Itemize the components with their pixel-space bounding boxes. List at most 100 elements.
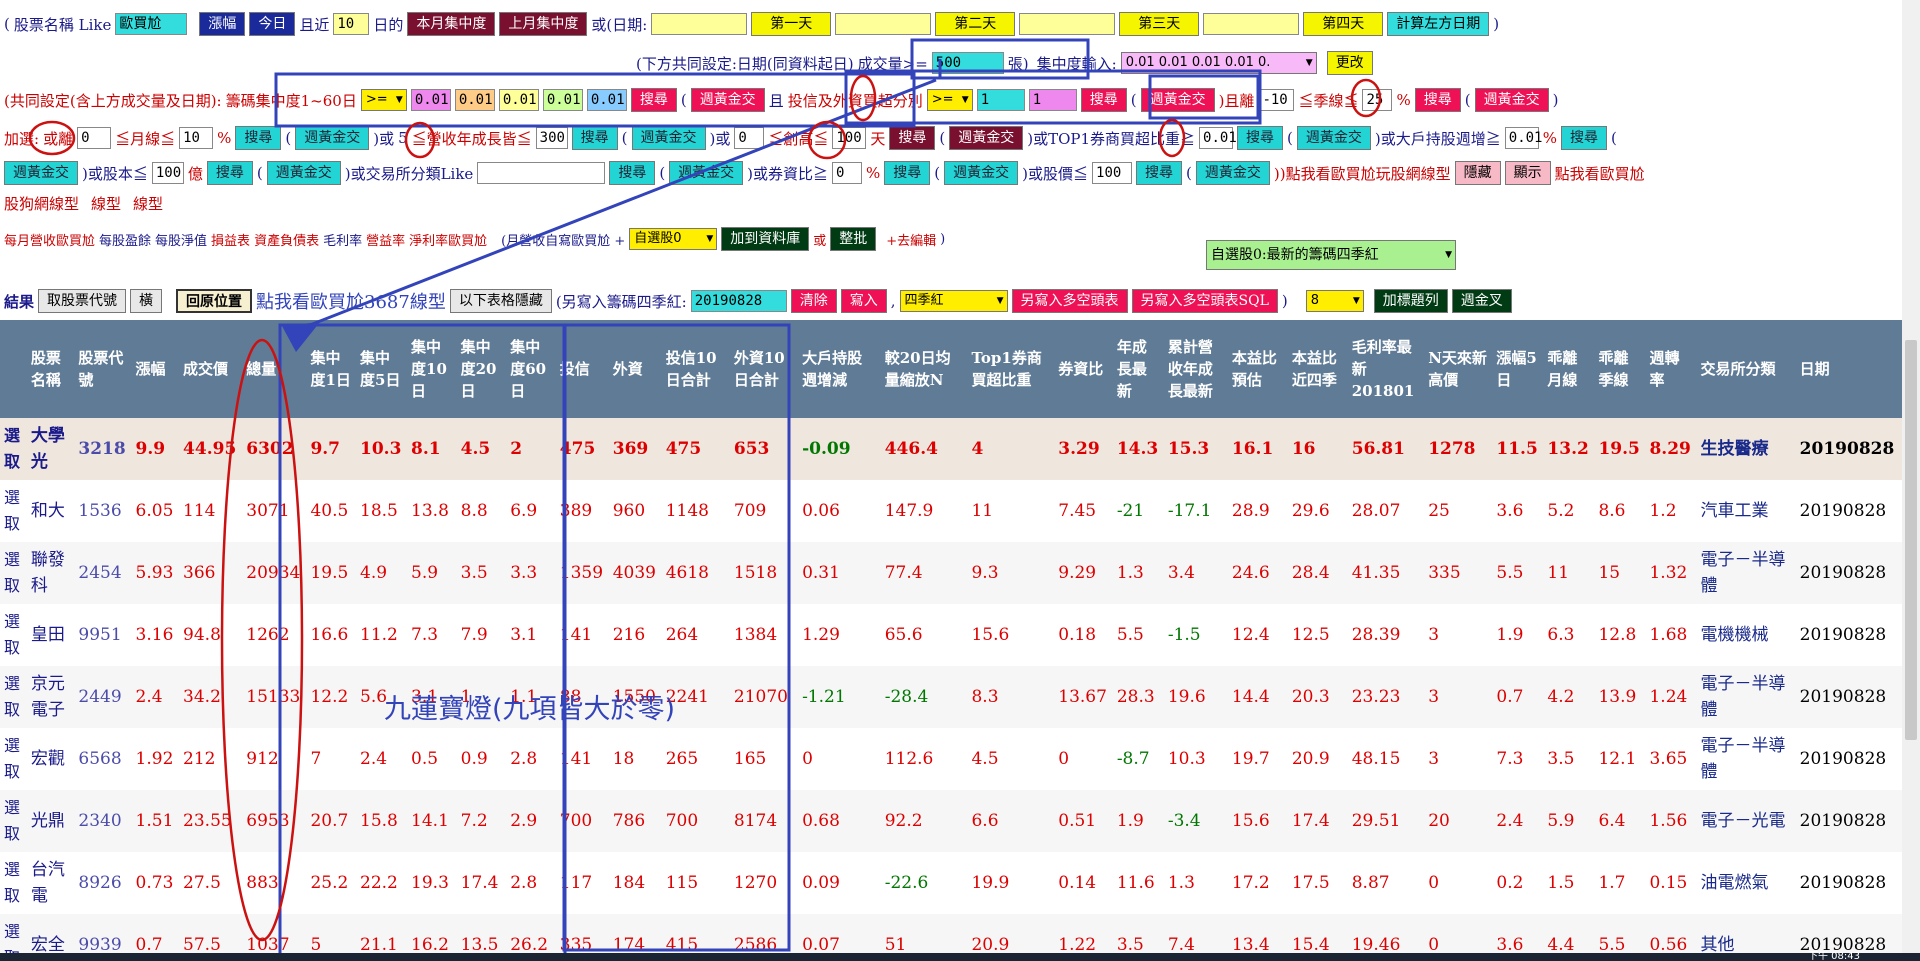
industry-input[interactable]	[477, 162, 606, 184]
column-header[interactable]: 股票名稱	[26, 320, 75, 418]
column-header[interactable]: 成交價	[179, 320, 243, 418]
add-to-db-button[interactable]: 加到資料庫	[721, 227, 810, 251]
column-header[interactable]: 乖離季線	[1594, 320, 1646, 418]
season-search-button[interactable]: 搜尋	[1414, 88, 1461, 112]
weekly-gold-cross-button[interactable]: 週黃金交	[631, 126, 706, 150]
column-header[interactable]: 交易所分類	[1696, 320, 1796, 418]
weekly-gold-cross-button[interactable]: 週黃金交	[1195, 161, 1270, 185]
column-header[interactable]: 毛利率最新201801	[1347, 320, 1425, 418]
report-link[interactable]: 淨利率歐買尬	[409, 230, 487, 249]
column-header[interactable]: 外資	[608, 320, 662, 418]
column-header[interactable]: 乖離月線	[1543, 320, 1595, 418]
column-header[interactable]: 較20日均量縮放N	[880, 320, 968, 418]
add-title-row-button[interactable]: 加標題列	[1373, 289, 1448, 313]
sort-price-button[interactable]: 漲幅	[199, 12, 246, 36]
concentration-input-5[interactable]: 0.01	[454, 89, 495, 111]
margin-search-button[interactable]: 搜尋	[884, 161, 931, 185]
report-link[interactable]: 資產負債表	[254, 230, 319, 249]
column-header[interactable]	[0, 320, 27, 418]
month-input[interactable]: 10	[179, 127, 214, 149]
report-link[interactable]: 每股淨值	[155, 230, 207, 249]
clear-button[interactable]: 清除	[790, 289, 837, 313]
month-distance-input[interactable]: 0	[77, 127, 112, 149]
column-header[interactable]: 總量	[242, 320, 307, 418]
chart-link-4[interactable]: 線型	[91, 193, 121, 214]
horizontal-button[interactable]: 橫	[130, 289, 163, 313]
chart-3687-link[interactable]: 點我看歐買尬3687線型	[256, 288, 446, 314]
distance-input[interactable]: -10	[1258, 89, 1295, 111]
select-cell[interactable]: 選取	[0, 728, 27, 790]
column-header[interactable]: 日期	[1795, 320, 1902, 418]
select-cell[interactable]: 選取	[0, 604, 27, 666]
weekly-gold-cross-button[interactable]: 週黃金交	[1474, 88, 1549, 112]
name-like-input[interactable]: 歐買尬	[115, 13, 188, 35]
batch-button[interactable]: 整批	[830, 227, 877, 251]
new-high-days-input[interactable]: 100	[832, 127, 867, 149]
weekly-gold-cross-button[interactable]: 週黃金交	[1296, 126, 1371, 150]
column-header[interactable]: 集中度20日	[456, 320, 507, 418]
table-row[interactable]: 選取 京元電子 2449 2.4 34.2 15133 12.2 5.6 3.1 1 1.1 88 15…	[0, 666, 1902, 728]
weekly-gold-cross-button[interactable]: 週黃金交	[266, 161, 341, 185]
invest-search-button[interactable]: 搜尋	[1080, 88, 1127, 112]
write-date-input[interactable]: 20190828	[690, 290, 787, 312]
report-link[interactable]: 營益率	[366, 230, 405, 249]
weekly-gold-cross-button[interactable]: 週黃金交	[295, 126, 370, 150]
foreign-input[interactable]: 1	[1028, 89, 1077, 111]
date-input-3[interactable]	[1019, 13, 1116, 35]
restore-position-button[interactable]: 回原位置	[176, 289, 253, 313]
select-cell[interactable]: 選取	[0, 852, 27, 914]
invest-input[interactable]: 1	[976, 89, 1025, 111]
industry-search-button[interactable]: 搜尋	[609, 161, 656, 185]
capital-input[interactable]: 100	[151, 162, 184, 184]
table-row[interactable]: 選取 和大 1536 6.05 114 3071 40.5 18.5 13.8 8.8 6.9 389…	[0, 480, 1902, 542]
price-search-button[interactable]: 搜尋	[1136, 161, 1183, 185]
report-link[interactable]: 每股盈餘	[99, 230, 151, 249]
date-input-2[interactable]	[835, 13, 932, 35]
revenue-growth-input[interactable]: 300	[535, 127, 568, 149]
select-cell[interactable]: 選取	[0, 790, 27, 852]
concentration-input-1[interactable]: 0.01	[410, 89, 451, 111]
take-code-button[interactable]: 取股票代號	[38, 289, 127, 313]
chart-link-5[interactable]: 線型	[133, 193, 163, 214]
last-month-concentration-button[interactable]: 上月集中度	[499, 12, 588, 36]
latest-four-season-select[interactable]: 自選股0:最新的籌碼四季紅	[1206, 240, 1456, 270]
report-link[interactable]: 損益表	[211, 230, 250, 249]
today-button[interactable]: 今日	[249, 12, 296, 36]
top1-search-button[interactable]: 搜尋	[1237, 126, 1284, 150]
column-header[interactable]: 投信10日合計	[661, 320, 730, 418]
column-header[interactable]: 本益比預估	[1227, 320, 1288, 418]
capital-search-button[interactable]: 搜尋	[206, 161, 253, 185]
table-row[interactable]: 選取 光鼎 2340 1.51 23.55 6953 20.7 15.8 14.1 7.2 2.9 7…	[0, 790, 1902, 852]
vertical-scrollbar[interactable]	[1902, 0, 1920, 961]
column-header[interactable]: 漲幅	[131, 320, 180, 418]
column-header[interactable]: N天來新高價	[1424, 320, 1493, 418]
change-button[interactable]: 更改	[1326, 51, 1373, 75]
chart-link-2[interactable]: 點我看歐買尬	[1555, 163, 1645, 184]
column-header[interactable]: 大戶持股週增減	[798, 320, 881, 418]
concentration-input-60[interactable]: 0.01	[586, 89, 627, 111]
report-link[interactable]: 每月營收歐買尬	[4, 230, 95, 249]
concentration-search-button[interactable]: 搜尋	[630, 88, 677, 112]
invest-operator-select[interactable]: >=	[926, 89, 973, 111]
date-input-4[interactable]	[1203, 13, 1300, 35]
margin-ratio-input[interactable]: 0	[832, 162, 863, 184]
table-row[interactable]: 選取 聯發科 2454 5.93 366 20934 19.5 4.9 5.9 3.5 3.3 135…	[0, 542, 1902, 604]
table-row[interactable]: 選取 台汽電 8926 0.73 27.5 883 25.2 22.2 19.3 17.4 2.8 1…	[0, 852, 1902, 914]
day1-button[interactable]: 第一天	[751, 12, 832, 36]
column-header[interactable]: 股票代號	[74, 320, 132, 418]
select-cell[interactable]: 選取	[0, 418, 27, 480]
table-row[interactable]: 選取 宏觀 6568 1.92 212 912 7 2.4 0.5 0.9 2.8 141 18 265 1…	[0, 728, 1902, 790]
scrollbar-thumb[interactable]	[1905, 340, 1917, 740]
select-cell[interactable]: 選取	[0, 480, 27, 542]
chart-link[interactable]: ))點我看歐買尬玩股網線型	[1274, 163, 1451, 184]
new-high-low-input[interactable]: 0	[734, 127, 765, 149]
recent-days-input[interactable]: 10	[333, 13, 370, 35]
weekly-gold-cross-button[interactable]: 週黃金交	[944, 161, 1019, 185]
concentration-input-10[interactable]: 0.01	[498, 89, 539, 111]
count-select[interactable]: 8	[1305, 290, 1364, 312]
season-input[interactable]: 25	[1362, 89, 1393, 111]
big-holder-search-button[interactable]: 搜尋	[1561, 126, 1608, 150]
write-long-short-button[interactable]: 另寫入多空頭表	[1011, 289, 1128, 313]
column-header[interactable]: 投信	[555, 320, 609, 418]
select-cell[interactable]: 選取	[0, 542, 27, 604]
